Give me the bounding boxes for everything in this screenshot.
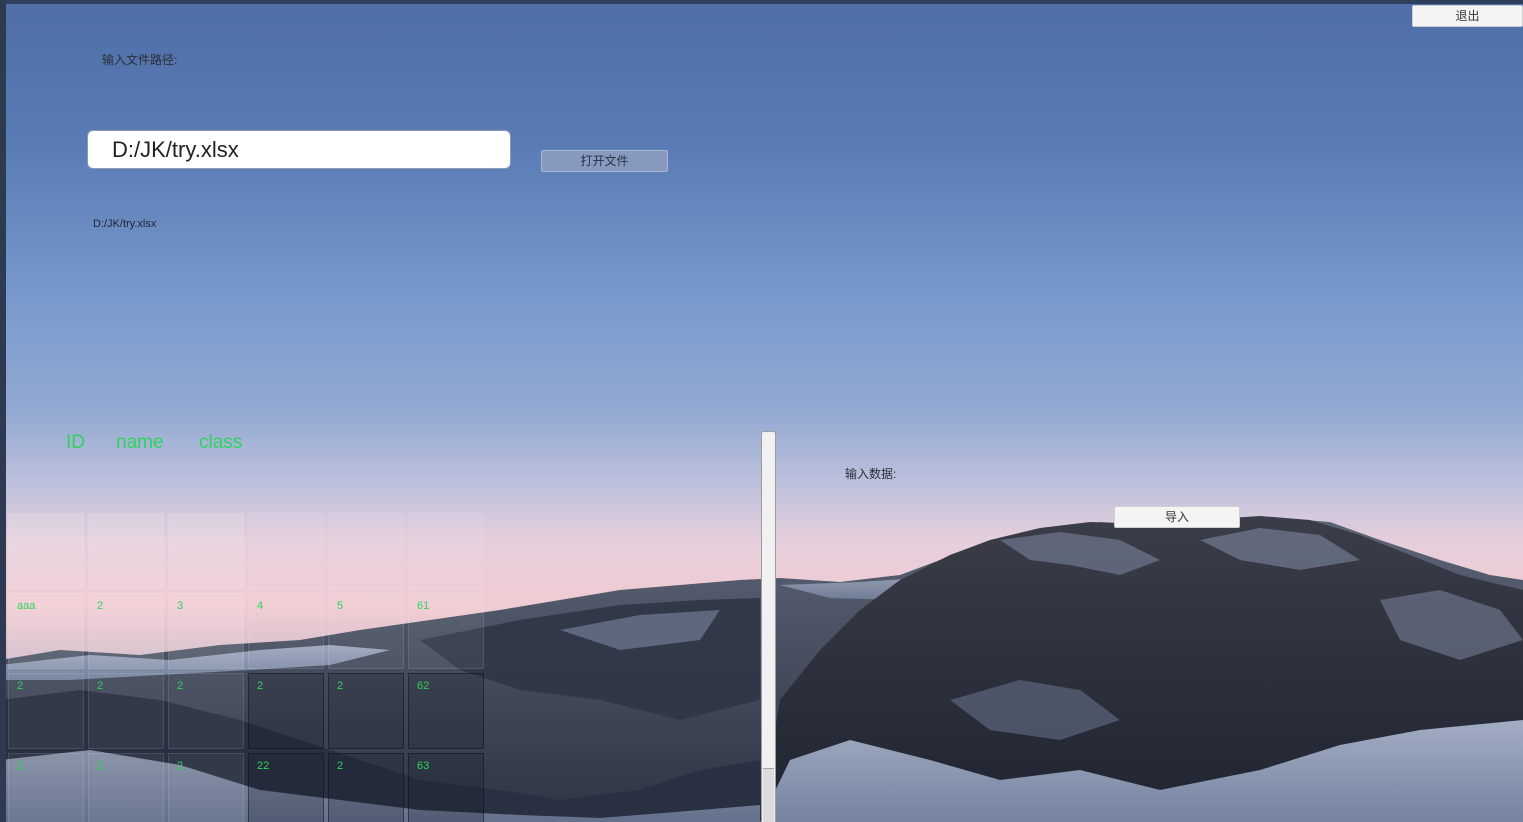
table-cell[interactable]: 2: [8, 673, 84, 749]
table-cell-value: 22: [257, 760, 270, 772]
table-cell-value: 63: [417, 760, 430, 772]
selected-path-text: D:/JK/try.xlsx: [93, 218, 157, 230]
table-cell[interactable]: 4: [248, 593, 324, 669]
table-cell[interactable]: [248, 513, 324, 589]
table-cell-value: 4: [257, 600, 264, 612]
table-cell-value: 62: [417, 680, 430, 692]
table-cell-value: 2: [337, 760, 344, 772]
table-cell-value: 3: [177, 600, 184, 612]
table-cell[interactable]: 63: [408, 753, 484, 822]
table-cell[interactable]: 62: [408, 673, 484, 749]
table-cell-value: 2: [97, 680, 104, 692]
table-cell[interactable]: 2: [88, 753, 164, 822]
table-cell[interactable]: 2: [8, 753, 84, 822]
table-cell[interactable]: 3: [168, 593, 244, 669]
table-cell-value: 2: [177, 760, 184, 772]
table-cell[interactable]: 2: [328, 753, 404, 822]
table-cell[interactable]: 22: [248, 753, 324, 822]
table-cell[interactable]: 2: [88, 673, 164, 749]
column-header-id: ID: [66, 432, 85, 453]
grid-scrollbar[interactable]: [761, 431, 776, 822]
table-cell-value: 2: [97, 600, 104, 612]
table-cell[interactable]: 5: [328, 593, 404, 669]
table-cell-value: 2: [257, 680, 264, 692]
table-cell[interactable]: [408, 513, 484, 589]
exit-button[interactable]: 退出: [1412, 5, 1523, 27]
table-cell-value: 61: [417, 600, 430, 612]
open-file-button[interactable]: 打开文件: [541, 150, 668, 172]
table-cell-value: 2: [177, 680, 184, 692]
table-cell[interactable]: 2: [88, 593, 164, 669]
table-cell-value: 2: [17, 680, 24, 692]
table-cell[interactable]: aaa: [8, 593, 84, 669]
file-path-input[interactable]: [87, 130, 511, 169]
table-cell[interactable]: [88, 513, 164, 589]
scrollbar-thumb[interactable]: [763, 768, 774, 822]
table-cell[interactable]: 2: [168, 673, 244, 749]
table-cell[interactable]: [168, 513, 244, 589]
import-button[interactable]: 导入: [1114, 506, 1240, 528]
table-cell-value: 5: [337, 600, 344, 612]
table-cell-value: aaa: [17, 600, 36, 612]
table-cell-value: 2: [337, 680, 344, 692]
column-header-name: name: [116, 432, 164, 453]
file-path-label: 输入文件路径:: [102, 53, 178, 67]
table-cell[interactable]: 61: [408, 593, 484, 669]
window-left-edge: [0, 0, 6, 822]
table-cell[interactable]: [8, 513, 84, 589]
table-cell[interactable]: 2: [168, 753, 244, 822]
table-cell[interactable]: 2: [328, 673, 404, 749]
table-cell-value: 2: [17, 760, 24, 772]
table-cell[interactable]: [328, 513, 404, 589]
table-cell-value: 2: [97, 760, 104, 772]
data-input-label: 输入数据:: [845, 467, 897, 481]
column-header-class: class: [199, 432, 243, 453]
table-cell[interactable]: 2: [248, 673, 324, 749]
game-viewport: 退出 输入文件路径: 打开文件 D:/JK/try.xlsx ID name c…: [0, 0, 1523, 822]
